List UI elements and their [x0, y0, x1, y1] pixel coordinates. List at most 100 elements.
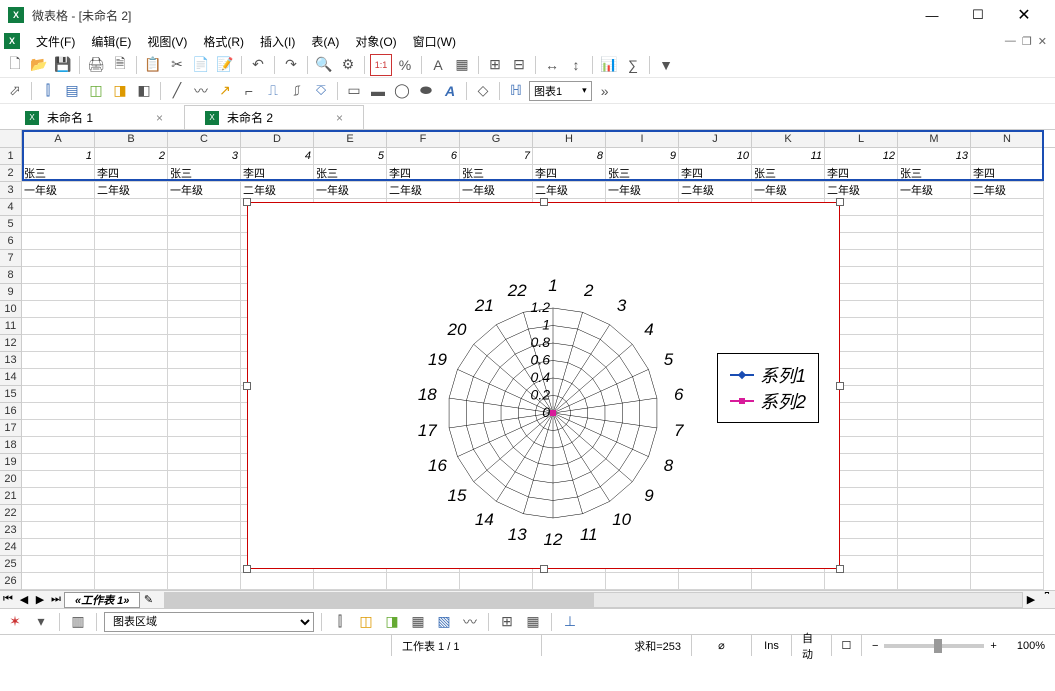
cell[interactable]: [898, 539, 971, 556]
cell[interactable]: [22, 199, 95, 216]
cell[interactable]: [22, 573, 95, 590]
row-header[interactable]: 5: [0, 216, 22, 233]
zoom-level[interactable]: 100%: [1007, 635, 1055, 656]
cell[interactable]: [898, 522, 971, 539]
resize-handle[interactable]: [836, 565, 844, 573]
filter-icon[interactable]: ▼: [655, 54, 677, 76]
chart-edit4-icon[interactable]: ▦: [407, 611, 429, 633]
cell[interactable]: [95, 454, 168, 471]
row-header[interactable]: 20: [0, 471, 22, 488]
cell[interactable]: [95, 301, 168, 318]
find-icon[interactable]: 🔍: [313, 54, 335, 76]
cell[interactable]: [168, 437, 241, 454]
row-header[interactable]: 9: [0, 284, 22, 301]
cell[interactable]: [95, 488, 168, 505]
row-header[interactable]: 19: [0, 454, 22, 471]
col-width-icon[interactable]: ↔: [541, 54, 563, 76]
cell[interactable]: [95, 386, 168, 403]
row-header[interactable]: 11: [0, 318, 22, 335]
cell[interactable]: [168, 403, 241, 420]
doc-close-button[interactable]: ✕: [1038, 35, 1047, 48]
cell[interactable]: [168, 522, 241, 539]
cell[interactable]: [168, 318, 241, 335]
cell[interactable]: [95, 216, 168, 233]
sheet-tab[interactable]: «工作表 1»: [64, 592, 140, 608]
cell[interactable]: [22, 267, 95, 284]
column-header[interactable]: E: [314, 130, 387, 147]
cell[interactable]: [971, 420, 1044, 437]
chart-axis-icon[interactable]: ⊥: [559, 611, 581, 633]
grid-icon[interactable]: ▦: [451, 54, 473, 76]
cell[interactable]: [971, 233, 1044, 250]
cell[interactable]: [168, 386, 241, 403]
cell[interactable]: 1: [22, 148, 95, 165]
cell[interactable]: [22, 403, 95, 420]
status-flag-icon[interactable]: ☐: [832, 635, 862, 656]
row-header[interactable]: 3: [0, 182, 22, 199]
print-preview-icon[interactable]: 🗎: [109, 54, 131, 76]
cell[interactable]: [95, 539, 168, 556]
row-header[interactable]: 15: [0, 386, 22, 403]
cell[interactable]: 一年级: [898, 182, 971, 199]
column-header[interactable]: L: [825, 130, 898, 147]
cell[interactable]: [752, 573, 825, 590]
cell[interactable]: [95, 403, 168, 420]
chart-layout-icon[interactable]: ▥: [67, 611, 89, 633]
tab-close-icon[interactable]: ×: [336, 111, 343, 125]
cell[interactable]: [898, 556, 971, 573]
cell[interactable]: 9: [606, 148, 679, 165]
cell[interactable]: [168, 454, 241, 471]
cell[interactable]: 4: [241, 148, 314, 165]
cell[interactable]: 一年级: [168, 182, 241, 199]
add-sheet-button[interactable]: ✎: [140, 593, 156, 606]
row-header[interactable]: 6: [0, 233, 22, 250]
prev-sheet-button[interactable]: ◀: [16, 593, 32, 606]
cell[interactable]: 7: [460, 148, 533, 165]
cell[interactable]: [168, 539, 241, 556]
copy-icon[interactable]: 📋: [142, 54, 164, 76]
menu-object[interactable]: 对象(O): [347, 31, 404, 52]
menu-insert[interactable]: 插入(I): [252, 31, 303, 52]
cell[interactable]: [95, 267, 168, 284]
connector1-icon[interactable]: ⌐: [238, 80, 260, 102]
chart-icon[interactable]: 📊: [598, 54, 620, 76]
connector3-icon[interactable]: ⎎: [286, 80, 308, 102]
ellipse-fill-icon[interactable]: ⬬: [415, 80, 437, 102]
row-header[interactable]: 24: [0, 539, 22, 556]
chart-type4-icon[interactable]: ◨: [109, 80, 131, 102]
cell[interactable]: 6: [387, 148, 460, 165]
save-icon[interactable]: 💾: [52, 54, 74, 76]
cell[interactable]: [168, 488, 241, 505]
column-header[interactable]: B: [95, 130, 168, 147]
resize-handle[interactable]: [540, 198, 548, 206]
column-header[interactable]: F: [387, 130, 460, 147]
cell[interactable]: [95, 556, 168, 573]
column-header[interactable]: C: [168, 130, 241, 147]
doc-restore-button[interactable]: ❐: [1022, 35, 1032, 48]
cell[interactable]: [971, 352, 1044, 369]
cell[interactable]: [971, 505, 1044, 522]
arrow-icon[interactable]: ↗: [214, 80, 236, 102]
cell[interactable]: 二年级: [679, 182, 752, 199]
row-header[interactable]: 23: [0, 522, 22, 539]
resize-handle[interactable]: [243, 382, 251, 390]
cell[interactable]: [971, 454, 1044, 471]
menu-file[interactable]: 文件(F): [28, 31, 83, 52]
close-button[interactable]: ✕: [1001, 0, 1047, 30]
cell[interactable]: [898, 199, 971, 216]
cell[interactable]: [898, 403, 971, 420]
resize-handle[interactable]: [836, 198, 844, 206]
cell[interactable]: 10: [679, 148, 752, 165]
redo-icon[interactable]: ↷: [280, 54, 302, 76]
cell[interactable]: [22, 488, 95, 505]
menu-edit[interactable]: 编辑(E): [83, 31, 139, 52]
column-header[interactable]: D: [241, 130, 314, 147]
chart-type1-icon[interactable]: ⫿: [37, 80, 59, 102]
cell[interactable]: [898, 233, 971, 250]
cell[interactable]: [971, 369, 1044, 386]
cell[interactable]: [971, 301, 1044, 318]
menu-view[interactable]: 视图(V): [139, 31, 195, 52]
doc-tab-2[interactable]: X 未命名 2 ×: [184, 105, 364, 129]
cell[interactable]: 8: [533, 148, 606, 165]
cell[interactable]: [168, 233, 241, 250]
